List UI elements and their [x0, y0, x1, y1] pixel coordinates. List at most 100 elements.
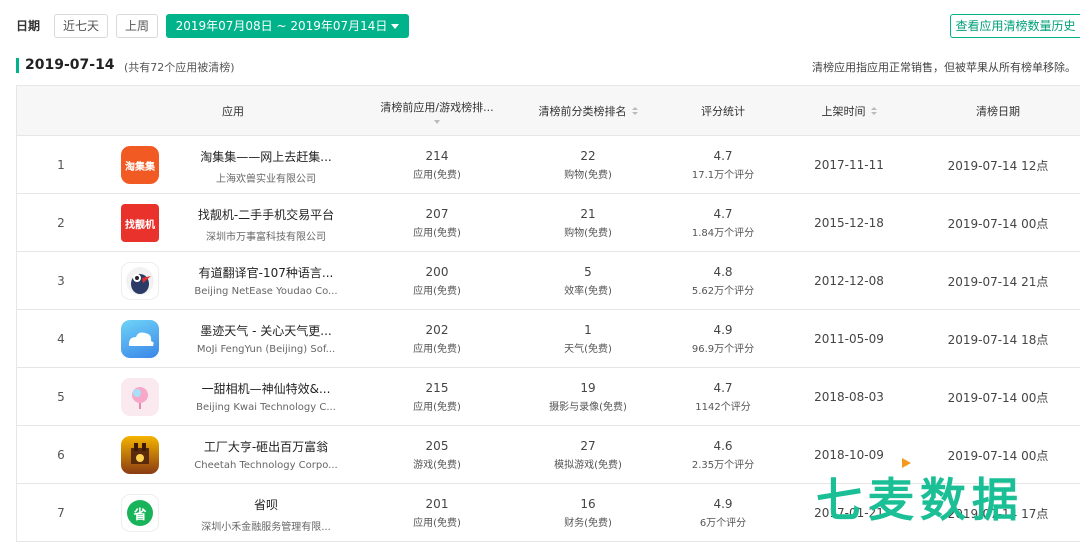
row-rank: 5: [57, 390, 65, 404]
rating-cell: 4.9 96.9万个评分: [663, 310, 783, 368]
app-name[interactable]: 有道翻译官-107种语言...: [171, 264, 361, 281]
table-row[interactable]: 4 墨迹天气 - 关心天气更... MoJi FengYun (Beijing)…: [16, 310, 1080, 368]
cotton-candy-icon: [132, 387, 148, 409]
app-name[interactable]: 找靓机-二手手机交易平台: [171, 206, 361, 223]
cat-rank-type: 财务(免费): [564, 518, 612, 529]
pre-rank-cell: 207 应用(免费): [361, 194, 513, 252]
table-row[interactable]: 3 有道翻译官-107种语言... Beijing NetEase Youdao…: [16, 252, 1080, 310]
header-pre-rank-label: 清榜前应用/游戏榜排...: [380, 100, 494, 114]
publish-date: 2012-12-08: [814, 274, 884, 288]
app-name[interactable]: 一甜相机—神仙特效&...: [171, 380, 361, 397]
youdao-translate-icon: [121, 262, 159, 300]
row-rank: 4: [57, 332, 65, 346]
pre-rank-value: 202: [425, 323, 449, 337]
app-cell[interactable]: 一甜相机—神仙特效&... Beijing Kwai Technology C.…: [105, 368, 361, 426]
cat-rank-value: 1: [584, 323, 592, 337]
clear-date: 2019-07-14 12点: [947, 158, 1049, 173]
cat-rank-value: 21: [580, 207, 596, 221]
header-cat-rank-label: 清榜前分类榜排名: [538, 105, 627, 118]
rating-cell: 4.6 2.35万个评分: [663, 426, 783, 484]
icon-label: 省: [127, 500, 153, 526]
section-note: 清榜应用指应用正常销售，但被苹果从所有榜单移除。: [812, 61, 1076, 74]
app-name[interactable]: 墨迹天气 - 关心天气更...: [171, 322, 361, 339]
app-cell[interactable]: 墨迹天气 - 关心天气更... MoJi FengYun (Beijing) S…: [105, 310, 361, 368]
table-header: 应用 清榜前应用/游戏榜排... 清榜前分类榜排名 评分统计 上架时间 清榜日期: [16, 86, 1080, 136]
header-pre-rank[interactable]: 清榜前应用/游戏榜排...: [361, 86, 513, 136]
table-row[interactable]: 5 一甜相机—神仙特效&... Beijing Kwai Technology …: [16, 368, 1080, 426]
icon-label: 淘集集: [125, 161, 155, 173]
pre-rank-type: 应用(免费): [413, 402, 461, 413]
app-developer: 深圳小禾金融服务管理有限...: [201, 522, 331, 533]
pre-rank-value: 205: [425, 439, 449, 453]
cat-rank-cell: 5 效率(免费): [513, 252, 663, 310]
table-row[interactable]: 1 淘集集 淘集集——网上去赶集... 上海欢兽实业有限公司 214 应用(免费)…: [16, 136, 1080, 194]
pre-rank-type: 应用(免费): [413, 228, 461, 239]
header-cat-rank[interactable]: 清榜前分类榜排名: [513, 86, 663, 136]
header-app-label: 应用: [222, 105, 244, 118]
header-publish-label: 上架时间: [821, 105, 866, 118]
cat-rank-cell: 1 天气(免费): [513, 310, 663, 368]
factory-icon: [131, 443, 149, 464]
pre-rank-value: 200: [425, 265, 449, 279]
rating-value: 4.6: [713, 439, 733, 453]
rating-cell: 4.8 5.62万个评分: [663, 252, 783, 310]
section-accent-bar: [16, 58, 19, 73]
rating-value: 4.7: [713, 207, 733, 221]
rating-cell: 4.7 1.84万个评分: [663, 194, 783, 252]
app-developer: Beijing Kwai Technology C...: [196, 402, 336, 413]
publish-date: 2017-11-11: [814, 158, 884, 172]
app-cell[interactable]: 工厂大亨-砸出百万富翁 Cheetah Technology Corpo...: [105, 426, 361, 484]
header-rating-label: 评分统计: [701, 105, 745, 118]
clear-date: 2019-07-14 18点: [947, 332, 1049, 347]
rating-value: 4.8: [713, 265, 733, 279]
date-range-picker[interactable]: 2019年07月08日 ~ 2019年07月14日: [166, 14, 409, 38]
cat-rank-cell: 21 购物(免费): [513, 194, 663, 252]
rating-count: 6万个评分: [699, 518, 747, 529]
app-developer: 深圳市万事富科技有限公司: [206, 232, 326, 243]
caret-down-icon: [391, 24, 400, 29]
pre-rank-cell: 202 应用(免费): [361, 310, 513, 368]
row-rank: 2: [57, 216, 65, 230]
app-cell[interactable]: 省 省呗 深圳小禾金融服务管理有限...: [105, 484, 361, 542]
publish-date: 2018-08-03: [814, 390, 884, 404]
last-week-button[interactable]: 上周: [116, 14, 158, 38]
cat-rank-type: 摄影与录像(免费): [549, 402, 627, 413]
history-button[interactable]: 查看应用清榜数量历史: [950, 14, 1080, 38]
publish-date: 2011-05-09: [814, 332, 884, 346]
pre-rank-type: 应用(免费): [413, 344, 461, 355]
toolbar: 日期 近七天 上周 2019年07月08日 ~ 2019年07月14日 查看应用…: [0, 0, 1080, 52]
bird-icon: [126, 267, 154, 295]
header-publish[interactable]: 上架时间: [783, 86, 915, 136]
rating-value: 4.9: [713, 497, 733, 511]
table-row[interactable]: 2 找靓机 找靓机-二手手机交易平台 深圳市万事富科技有限公司 207 应用(免费…: [16, 194, 1080, 252]
header-clear-date: 清榜日期: [915, 86, 1080, 136]
app-developer: 上海欢兽实业有限公司: [216, 174, 316, 185]
cloud-icon: [128, 332, 154, 346]
cat-rank-type: 购物(免费): [564, 228, 612, 239]
icon-label: 找靓机: [125, 219, 155, 231]
cat-rank-cell: 16 财务(免费): [513, 484, 663, 542]
rating-count: 2.35万个评分: [691, 460, 755, 471]
app-name[interactable]: 省呗: [171, 496, 361, 513]
app-cell[interactable]: 淘集集 淘集集——网上去赶集... 上海欢兽实业有限公司: [105, 136, 361, 194]
app-cell[interactable]: 有道翻译官-107种语言... Beijing NetEase Youdao C…: [105, 252, 361, 310]
taojiji-icon: 淘集集: [121, 146, 159, 184]
shengbei-icon: 省: [121, 494, 159, 532]
cat-rank-value: 5: [584, 265, 592, 279]
pre-rank-type: 游戏(免费): [413, 460, 461, 471]
app-developer: MoJi FengYun (Beijing) Sof...: [196, 344, 336, 355]
row-rank: 3: [57, 274, 65, 288]
app-name[interactable]: 淘集集——网上去赶集...: [171, 148, 361, 165]
pre-rank-cell: 205 游戏(免费): [361, 426, 513, 484]
rating-cell: 4.7 17.1万个评分: [663, 136, 783, 194]
pre-rank-cell: 214 应用(免费): [361, 136, 513, 194]
app-name[interactable]: 工厂大亨-砸出百万富翁: [171, 438, 361, 455]
last-7-days-button[interactable]: 近七天: [54, 14, 108, 38]
factory-tycoon-icon: [121, 436, 159, 474]
rating-value: 4.7: [713, 381, 733, 395]
rating-count: 96.9万个评分: [691, 344, 755, 355]
publish-date: 2015-12-18: [814, 216, 884, 230]
rating-count: 1142个评分: [695, 402, 751, 413]
rating-count: 5.62万个评分: [691, 286, 755, 297]
app-cell[interactable]: 找靓机 找靓机-二手手机交易平台 深圳市万事富科技有限公司: [105, 194, 361, 252]
